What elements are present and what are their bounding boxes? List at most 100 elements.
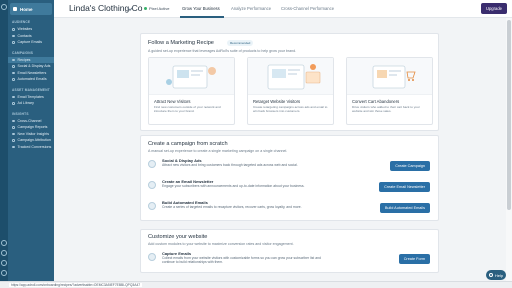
campaign-row-automated: Build Automated Emails Create a series o… — [148, 200, 434, 218]
icon-rail — [0, 0, 8, 288]
sidebar-item-ad-library[interactable]: Ad Library — [8, 100, 54, 107]
sidebar-item-label: Capture Emails — [17, 40, 43, 45]
recipe-subtitle: A guided set-up experience that leverage… — [148, 49, 297, 53]
sidebar-section-audience: AUDIENCE Websites Contacts Capture Email… — [8, 20, 54, 46]
campaign-row-ads: Social & Display Ads Attract new visitor… — [148, 158, 434, 176]
customize-title: Customize your website — [148, 234, 208, 240]
attract-visitors-illustration — [149, 58, 234, 95]
upgrade-button[interactable]: Upgrade — [481, 3, 507, 14]
sidebar-item-tracked-conversions[interactable]: Tracked Conversions — [8, 144, 54, 151]
sidebar-section-title: CAMPAIGNS — [12, 50, 34, 55]
tab-analyze-performance[interactable]: Analyze Performance — [231, 6, 271, 11]
create-campaign-card: Create a campaign from scratch A manual … — [140, 135, 439, 221]
create-campaign-button[interactable]: Create Campaign — [390, 161, 430, 171]
recipe-card-desc: Drive visitors who added to their cart b… — [352, 105, 420, 113]
home-icon — [13, 7, 17, 11]
sidebar-section-campaigns: CAMPAIGNS Recipes Social & Display Ads E… — [8, 51, 54, 83]
retarget-visitors-illustration — [248, 58, 333, 95]
sidebar-item-label: Tracked Conversions — [17, 144, 52, 149]
newsletter-icon — [12, 71, 15, 74]
user-icon[interactable] — [1, 260, 7, 266]
settings-icon[interactable] — [1, 240, 7, 246]
sidebar-item-label: Contacts — [17, 33, 32, 38]
sidebar: Home AUDIENCE Websites Contacts Capture … — [8, 0, 54, 288]
scrollbar-thumb[interactable] — [507, 20, 511, 210]
globe-icon — [12, 28, 15, 31]
envelope-icon — [12, 41, 15, 44]
sidebar-item-label: Campaign Reports — [17, 125, 48, 130]
create-email-newsletter-button[interactable]: Create Email Newsletter — [379, 182, 430, 192]
row-desc: Create a series of targeted emails to re… — [162, 205, 302, 209]
customize-website-card: Customize your website Add custom module… — [140, 229, 439, 273]
recipe-icon — [12, 58, 15, 61]
ads-icon — [148, 160, 156, 168]
automation-icon — [12, 78, 15, 81]
sidebar-item-label: Cross-Channel — [17, 118, 42, 123]
pixel-status: Pixel Active — [144, 6, 169, 11]
help-button[interactable]: Help — [486, 270, 506, 280]
marketing-recipe-card: Follow a Marketing Recipe Recommended A … — [140, 33, 439, 131]
conversion-icon — [12, 145, 15, 148]
recommended-badge: Recommended — [227, 40, 254, 46]
campaign-subtitle: A manual set-up experience to create a s… — [148, 149, 288, 153]
row-desc: Collect emails from your website visitor… — [162, 256, 321, 265]
sidebar-item-label: Websites — [17, 27, 33, 32]
page-scrollbar[interactable] — [506, 18, 512, 281]
ads-icon — [12, 65, 15, 68]
sidebar-item-label: New Visitor Insights — [17, 131, 50, 136]
sidebar-item-automated-emails[interactable]: Automated Emails — [8, 76, 54, 83]
envelope-icon — [148, 253, 156, 261]
sidebar-section-insights: INSIGHTS Cross-Channel Campaign Reports … — [8, 112, 54, 151]
recipe-card-attract[interactable]: Attract New Visitors Find new customers … — [148, 57, 235, 125]
sidebar-item-home[interactable]: Home — [10, 3, 52, 15]
top-bar: Linda's Clothing Co Pixel Active Grow Yo… — [54, 0, 512, 18]
menu-icon[interactable] — [1, 4, 7, 10]
chart-icon — [12, 119, 15, 122]
recipe-card-desc: Create retargeting campaigns across ads … — [253, 105, 328, 113]
help-icon[interactable] — [1, 270, 7, 276]
recipe-card-title: Convert Cart Abandoners — [352, 99, 400, 104]
newsletter-icon — [148, 181, 156, 189]
sidebar-home-label: Home — [20, 6, 33, 12]
customize-subtitle: Add custom modules to your website to ma… — [148, 242, 294, 246]
sidebar-section-title: INSIGHTS — [12, 111, 29, 116]
recipe-title: Follow a Marketing Recipe — [148, 40, 214, 46]
question-icon — [488, 273, 493, 277]
help-label: Help — [494, 272, 504, 278]
automation-icon — [148, 202, 156, 210]
build-automated-emails-button[interactable]: Build Automated Emails — [379, 203, 430, 213]
sidebar-section-title: AUDIENCE — [12, 20, 31, 24]
cart-abandoners-illustration — [347, 58, 432, 95]
pixel-status-label: Pixel Active — [149, 6, 170, 11]
campaign-title: Create a campaign from scratch — [148, 141, 228, 147]
sidebar-item-capture-emails[interactable]: Capture Emails — [8, 39, 54, 46]
status-dot-icon — [144, 7, 147, 10]
recipe-card-title: Retarget Website Visitors — [253, 99, 301, 104]
tab-cross-channel-performance[interactable]: Cross-Channel Performance — [281, 6, 334, 11]
sidebar-item-label: Email Templates — [17, 94, 44, 99]
contacts-icon — [12, 34, 15, 37]
recipe-card-retarget[interactable]: Retarget Website Visitors Create retarge… — [247, 57, 334, 125]
row-desc: Engage your subscribers with announcemen… — [162, 184, 305, 188]
status-url: https://app.adroll.com/onboarding/recipe… — [9, 283, 143, 287]
sidebar-item-label: Campaign Attribution — [17, 138, 51, 143]
report-icon — [12, 126, 15, 129]
active-tab-indicator — [180, 16, 224, 18]
recipe-card-desc: Find new customers outside of your netwo… — [154, 105, 221, 113]
attribution-icon — [12, 139, 15, 142]
sidebar-item-label: Automated Emails — [17, 77, 47, 82]
template-icon — [12, 95, 15, 98]
campaign-row-newsletter: Create an Email Newsletter Engage your s… — [148, 179, 434, 197]
sidebar-item-label: Ad Library — [17, 101, 34, 106]
create-form-button[interactable]: Create Form — [398, 254, 430, 264]
sidebar-section-title: ASSET MANAGEMENT — [12, 87, 50, 92]
sidebar-section-asset-management: ASSET MANAGEMENT Email Templates Ad Libr… — [8, 88, 54, 107]
customize-row-capture: Capture Emails Collect emails from your … — [148, 251, 434, 269]
visitor-icon — [12, 132, 15, 135]
tab-grow-your-business[interactable]: Grow Your Business — [182, 6, 220, 11]
notifications-icon[interactable] — [1, 250, 7, 256]
browser-status-bar: https://app.adroll.com/onboarding/recipe… — [0, 281, 512, 288]
library-icon — [12, 102, 15, 105]
sidebar-item-label: Email Newsletters — [17, 70, 47, 75]
recipe-card-cart[interactable]: Convert Cart Abandoners Drive visitors w… — [346, 57, 433, 125]
